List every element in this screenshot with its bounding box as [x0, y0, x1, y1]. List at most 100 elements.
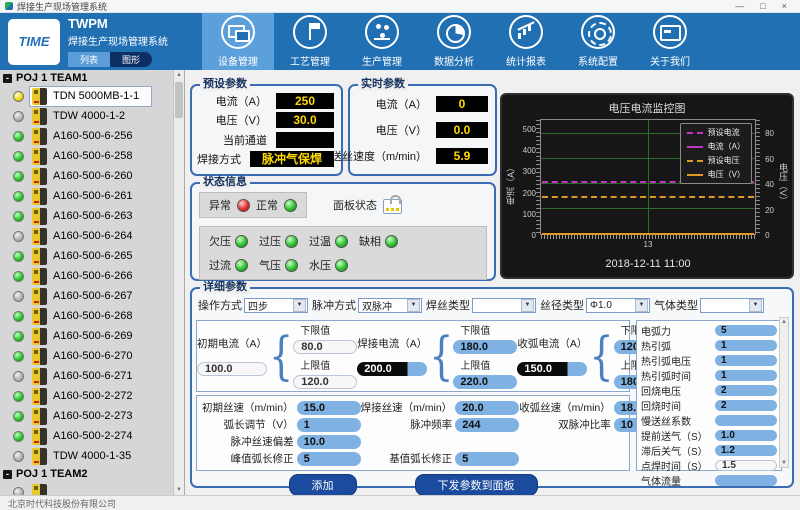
- device-tree-item[interactable]: A160-500-6-264: [0, 226, 184, 246]
- nav-item[interactable]: 系统配置: [562, 13, 634, 70]
- device-tree-item[interactable]: A160-500-6-267: [0, 286, 184, 306]
- welder-machine-icon: [32, 448, 47, 465]
- wire-diameter-select[interactable]: Φ1.0 ▼: [586, 298, 650, 313]
- gas-type-select[interactable]: ▼: [700, 298, 764, 313]
- chevron-down-icon[interactable]: ▼: [407, 299, 420, 312]
- arc-param-input[interactable]: 2: [715, 400, 777, 411]
- speed-param-input[interactable]: 244: [455, 418, 519, 432]
- device-tree-item[interactable]: A160-500-2-274: [0, 426, 184, 446]
- device-tree-item[interactable]: TDN 5000MB-1-1: [0, 86, 184, 106]
- arc-param-input[interactable]: 1: [715, 370, 777, 381]
- scroll-up-icon[interactable]: ▲: [781, 319, 787, 325]
- chevron-down-icon[interactable]: ▼: [293, 299, 306, 312]
- sidebar-scrollbar[interactable]: ▲ ▼: [173, 70, 184, 495]
- arc-param-input[interactable]: [715, 475, 777, 486]
- arc-param-input[interactable]: 1.5: [715, 460, 777, 471]
- brace-glyph: {: [589, 332, 613, 381]
- arc-param-input[interactable]: 1: [715, 355, 777, 366]
- param-label: 电压（V）: [376, 122, 427, 138]
- nav-item[interactable]: 生产管理: [346, 13, 418, 70]
- upper-limit-input[interactable]: 220.0: [453, 375, 517, 389]
- speed-param-input[interactable]: 15.0: [297, 401, 361, 415]
- scrollbar-thumb[interactable]: [175, 82, 183, 118]
- graphic-view-button[interactable]: 图形: [110, 52, 152, 67]
- device-tree-item[interactable]: A160-500-6-266: [0, 266, 184, 286]
- nav-item[interactable]: 统计报表: [490, 13, 562, 70]
- device-tree-item[interactable]: A160-500-6-260: [0, 166, 184, 186]
- tick-label: 400: [523, 146, 536, 155]
- alarm-label: 过流: [209, 257, 231, 273]
- device-tree-item[interactable]: A160-500-6-269: [0, 326, 184, 346]
- device-tree-item[interactable]: A160-500-6-268: [0, 306, 184, 326]
- device-tree-item[interactable]: A160-500-2-273: [0, 406, 184, 426]
- nav-item[interactable]: 数据分析: [418, 13, 490, 70]
- arc-param-input[interactable]: 2: [715, 385, 777, 396]
- chevron-down-icon[interactable]: ▼: [749, 299, 762, 312]
- dropdown-value: Φ1.0: [587, 300, 634, 311]
- nav-item[interactable]: 工艺管理: [274, 13, 346, 70]
- current-value-input[interactable]: 200.0: [357, 362, 427, 376]
- arc-param-input[interactable]: 1: [715, 340, 777, 351]
- alarm-led: [335, 235, 348, 248]
- tick-label: 80: [765, 129, 774, 138]
- chart-legend: 预设电流 电流（A） 预设电压: [680, 123, 752, 184]
- lower-limit-input[interactable]: 80.0: [293, 340, 357, 354]
- details-scrollbar[interactable]: ▲ ▼: [779, 317, 789, 468]
- scroll-down-icon[interactable]: ▼: [176, 487, 182, 493]
- tick-label: 0: [765, 231, 769, 240]
- minimize-button[interactable]: —: [735, 0, 744, 13]
- chevron-down-icon[interactable]: ▼: [521, 299, 534, 312]
- device-tree-item[interactable]: TDW 4000-1-35: [0, 446, 184, 466]
- arc-param-label: 热引弧电压: [641, 353, 691, 368]
- chevron-down-icon[interactable]: ▼: [635, 299, 648, 312]
- dropdown-group: 操作方式 四步 ▼: [198, 297, 308, 313]
- device-tree-item[interactable]: A160-500-6-261: [0, 186, 184, 206]
- scroll-up-icon[interactable]: ▲: [176, 72, 182, 78]
- speed-param-input[interactable]: 20.0: [455, 401, 519, 415]
- arc-param-input[interactable]: 1.2: [715, 445, 777, 456]
- arc-param-input[interactable]: 1.0: [715, 430, 777, 441]
- device-tree-item[interactable]: A160-500-6-263: [0, 206, 184, 226]
- wire-type-select[interactable]: ▼: [472, 298, 536, 313]
- device-tree-item[interactable]: A160-500-6-271: [0, 366, 184, 386]
- preset-voltage-line: [542, 196, 754, 198]
- operation-mode-select[interactable]: 四步 ▼: [244, 298, 308, 313]
- device-tree-item[interactable]: A160-500-6-265: [0, 246, 184, 266]
- device-tree-item[interactable]: TDW 4000-1-2: [0, 106, 184, 126]
- device-label: A160-500-6-269: [53, 330, 133, 342]
- list-view-button[interactable]: 列表: [68, 52, 110, 67]
- app-header: TIME TWPM 焊接生产现场管理系统 列表 图形 设备管理: [0, 13, 800, 70]
- arc-param-label: 回烧电压: [641, 383, 681, 398]
- device-status-led: [13, 351, 24, 362]
- speed-param-input[interactable]: 1: [297, 418, 361, 432]
- lower-limit-label: 下限值: [460, 322, 517, 337]
- maximize-button[interactable]: □: [760, 0, 765, 13]
- current-value-input[interactable]: 150.0: [517, 362, 587, 376]
- pulse-mode-select[interactable]: 双脉冲 ▼: [358, 298, 422, 313]
- add-button[interactable]: 添加: [289, 474, 357, 496]
- device-tree-item[interactable]: A160-500-2-272: [0, 386, 184, 406]
- scroll-down-icon[interactable]: ▼: [781, 460, 787, 466]
- process-management-icon: [293, 15, 327, 49]
- lower-limit-input[interactable]: 180.0: [453, 340, 517, 354]
- collapse-icon[interactable]: -: [3, 470, 12, 479]
- upper-limit-label: 上限值: [300, 357, 357, 372]
- close-button[interactable]: ×: [782, 0, 787, 13]
- nav-item[interactable]: 设备管理: [202, 13, 274, 70]
- arc-param-input[interactable]: 5: [715, 325, 777, 336]
- speed-param-input[interactable]: 5: [455, 452, 519, 466]
- current-value-input[interactable]: 100.0: [197, 362, 267, 376]
- arc-param-input[interactable]: [715, 415, 777, 426]
- device-tree-item-partial[interactable]: [0, 482, 184, 495]
- speed-param-input[interactable]: 5: [297, 452, 361, 466]
- speed-param-input[interactable]: 10.0: [297, 435, 361, 449]
- upper-limit-input[interactable]: 120.0: [293, 375, 357, 389]
- device-tree-item[interactable]: A160-500-6-270: [0, 346, 184, 366]
- tree-group-team2[interactable]: - POJ 1 TEAM2: [0, 466, 184, 482]
- collapse-icon[interactable]: -: [3, 74, 12, 83]
- device-tree-item[interactable]: A160-500-6-256: [0, 126, 184, 146]
- nav-item[interactable]: 关于我们: [634, 13, 706, 70]
- device-tree-item[interactable]: A160-500-6-258: [0, 146, 184, 166]
- send-params-button[interactable]: 下发参数到面板: [415, 474, 538, 496]
- tree-group-team1[interactable]: - POJ 1 TEAM1: [0, 70, 184, 86]
